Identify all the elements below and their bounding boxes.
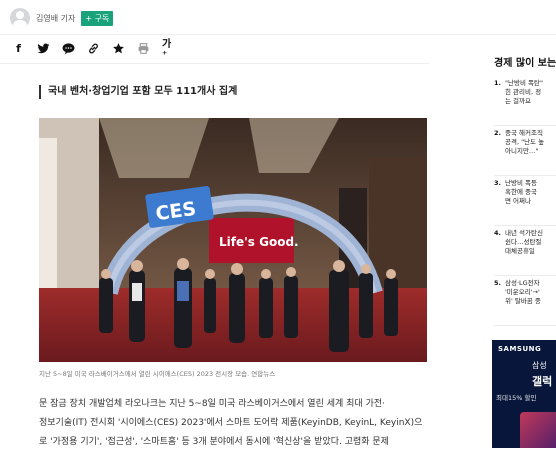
headline-line: 아니지만…" [505, 147, 539, 155]
headline-line: 대체공휴일 [505, 247, 535, 255]
sidebar-title: 경제 많이 보는 [494, 58, 556, 69]
author-bar: 김영배 기자 + 구독 [10, 8, 114, 28]
list-item[interactable]: 5. 삼성·LG전자 '미운오리'→' 위' 탈바꿈 중 [494, 276, 556, 326]
author-name[interactable]: 김영배 기자 [36, 13, 75, 24]
talk-icon[interactable] [62, 42, 75, 55]
photo-caption: 지난 5~8일 미국 라스베이거스에서 열린 시이에스(CES) 2023 전시… [39, 370, 276, 378]
rank-number: 1. [494, 79, 501, 87]
ces-venue-illustration: Life's Good. CES [39, 118, 427, 362]
body-line: 로 '가정용 기기', '접근성', '스마트홈' 등 3개 분야에서 동시에 … [39, 437, 389, 447]
print-icon[interactable] [137, 42, 150, 55]
article-subtitle: 국내 벤처·창업기업 포함 모두 111개사 집계 [39, 85, 237, 99]
headline-line: 중국 해커조직 [505, 129, 543, 137]
headline-line: 삼성·LG전자 [505, 279, 540, 287]
article-photo[interactable]: Life's Good. CES [39, 118, 427, 362]
rank-number: 4. [494, 229, 501, 237]
bookmark-star-icon[interactable] [112, 42, 125, 55]
divider [0, 63, 430, 64]
share-toolbar: f 가⁺ [12, 39, 175, 61]
headline-line: 내년 석가탄신 [505, 229, 543, 237]
popular-news-sidebar: 경제 많이 보는 1. "난방비 폭탄" 힌 관리비, 정 는 걸까요 2. 중… [486, 48, 556, 448]
headline-line: 쉰다…성탄절 [505, 238, 542, 246]
headline-line: 난방비 폭등 [505, 179, 537, 187]
headline-line: '미운오리'→' [505, 288, 540, 296]
headline[interactable]: 삼성·LG전자 '미운오리'→' 위' 탈바꿈 중 [505, 279, 541, 319]
rank-number: 2. [494, 129, 501, 137]
body-line: 정보기술(IT) 전시회 '시이에스(CES) 2023'에서 스마트 도어락 … [39, 418, 423, 428]
ad-text: 삼성 [532, 361, 547, 370]
headline[interactable]: "난방비 폭탄" 힌 관리비, 정 는 걸까요 [505, 79, 543, 119]
headline[interactable]: 내년 석가탄신 쉰다…성탄절 대체공휴일 [505, 229, 543, 269]
ad-text: 갤럭 [532, 375, 553, 388]
twitter-icon[interactable] [37, 42, 50, 55]
body-line: 문 잠금 장치 개발업체 라오나크는 지난 5~8일 미국 라스베이거스에서 열… [39, 399, 385, 409]
lg-screen-text: Life's Good. [219, 235, 299, 249]
author-avatar[interactable] [10, 8, 30, 28]
ad-product-image [520, 412, 556, 448]
link-icon[interactable] [87, 42, 100, 55]
ad-brand: SAMSUNG [498, 345, 542, 353]
headline[interactable]: 난방비 폭등 혹한에 중국 면 어쩌나 [505, 179, 537, 219]
divider [0, 34, 556, 35]
headline-line: 혹한에 중국 [505, 188, 537, 196]
subscribe-button[interactable]: + 구독 [81, 10, 114, 26]
list-item[interactable]: 2. 중국 해커조직 공격, "난도 높 아니지만…" [494, 126, 556, 176]
samsung-ad-banner[interactable]: SAMSUNG 삼성 갤럭 최대15% 할인 [492, 340, 556, 448]
headline-line: 면 어쩌나 [505, 197, 531, 205]
rank-number: 3. [494, 179, 501, 187]
list-item[interactable]: 1. "난방비 폭탄" 힌 관리비, 정 는 걸까요 [494, 76, 556, 126]
facebook-icon[interactable]: f [12, 42, 25, 55]
popular-news-list: 1. "난방비 폭탄" 힌 관리비, 정 는 걸까요 2. 중국 해커조직 공격… [494, 76, 556, 326]
rank-number: 5. [494, 279, 501, 287]
headline-line: 위' 탈바꿈 중 [505, 297, 541, 305]
ad-text: 최대15% 할인 [496, 394, 537, 402]
headline[interactable]: 중국 해커조직 공격, "난도 높 아니지만…" [505, 129, 544, 169]
font-size-button[interactable]: 가⁺ [162, 39, 175, 61]
headline-line: 는 걸까요 [505, 97, 531, 105]
list-item[interactable]: 4. 내년 석가탄신 쉰다…성탄절 대체공휴일 [494, 226, 556, 276]
headline-line: "난방비 폭탄" [505, 79, 543, 87]
article-body: 문 잠금 장치 개발업체 라오나크는 지난 5~8일 미국 라스베이거스에서 열… [39, 395, 429, 451]
headline-line: 공격, "난도 높 [505, 138, 545, 146]
list-item[interactable]: 3. 난방비 폭등 혹한에 중국 면 어쩌나 [494, 176, 556, 226]
headline-line: 힌 관리비, 정 [505, 88, 542, 96]
